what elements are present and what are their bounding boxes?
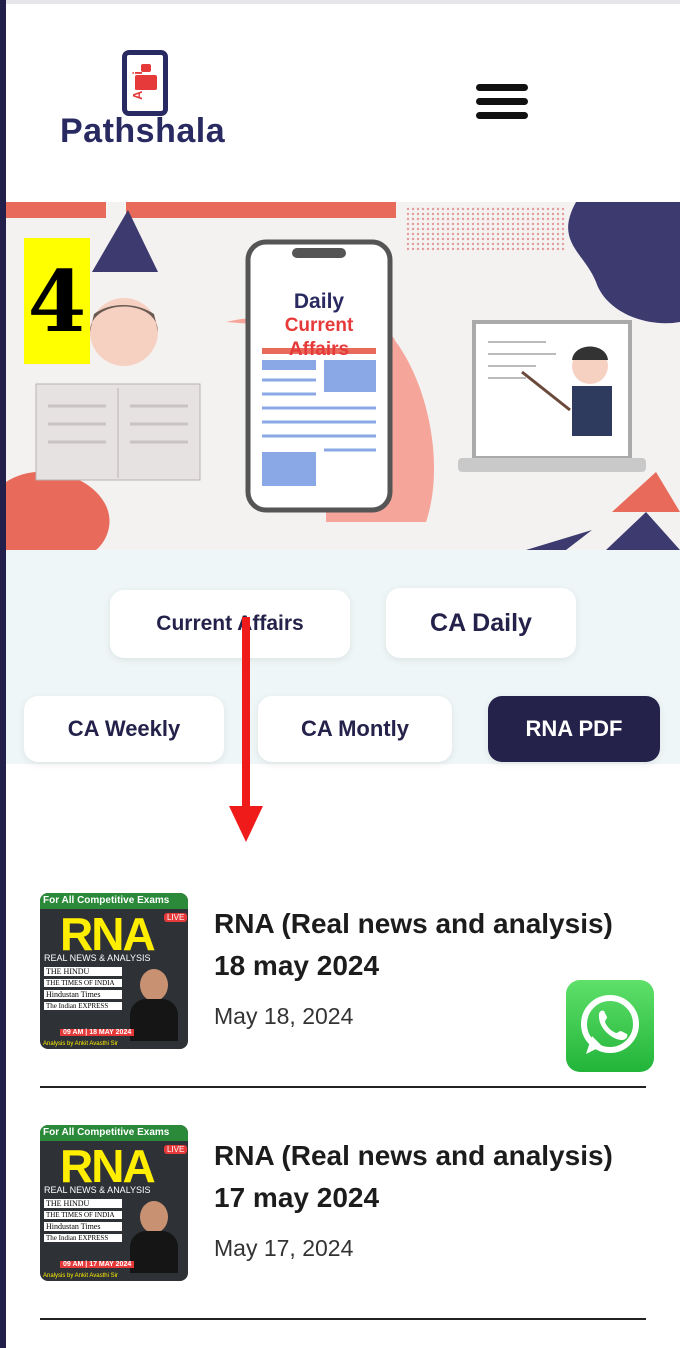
hero-illustration (6, 202, 680, 550)
thumb-paper-list: THE HINDU THE TIMES OF INDIA Hindustan T… (44, 967, 122, 1010)
thumb-paper: The Indian EXPRESS (44, 1002, 122, 1010)
thumb-paper: THE HINDU (44, 1199, 122, 1208)
thumb-time-tag: 09 AM | 17 MAY 2024 (60, 1261, 135, 1268)
thumb-live-tag: LIVE (164, 913, 188, 922)
top-edge-bar (6, 0, 680, 4)
thumb-paper: Hindustan Times (44, 1222, 122, 1231)
thumb-byline: Analysis by Ankit Avasthi Sir (43, 1041, 118, 1047)
site-logo[interactable]: Apni Pathshala (56, 50, 256, 155)
whatsapp-glyph (581, 995, 639, 1054)
thumb-subtitle: REAL NEWS & ANALYSIS (44, 953, 151, 963)
post-item[interactable]: For All Competitive Exams RNA LIVE REAL … (40, 893, 646, 1093)
hamburger-menu-icon[interactable] (476, 84, 528, 124)
step-number-badge: 4 (24, 238, 90, 364)
post-title-link[interactable]: RNA (Real news and analysis) 17 may 2024 (214, 1135, 646, 1219)
post-divider (40, 1086, 646, 1088)
thumb-byline: Analysis by Ankit Avasthi Sir (43, 1273, 118, 1279)
post-title-link[interactable]: RNA (Real news and analysis) 18 may 2024 (214, 903, 646, 987)
tab-rna-pdf[interactable]: RNA PDF (488, 696, 660, 762)
post-thumbnail[interactable]: For All Competitive Exams RNA LIVE REAL … (40, 1125, 188, 1281)
post-item[interactable]: For All Competitive Exams RNA LIVE REAL … (40, 1125, 646, 1325)
presenter-photo (130, 969, 178, 1041)
logo-brand-name: Pathshala (60, 112, 226, 150)
thumb-subtitle: REAL NEWS & ANALYSIS (44, 1185, 151, 1195)
tab-current-affairs[interactable]: Current Affairs (110, 590, 350, 658)
presenter-photo (130, 1201, 178, 1273)
hero-phone-title-line2: Current Affairs (284, 315, 354, 360)
post-divider (40, 1318, 646, 1320)
logo-phone-icon (122, 50, 168, 116)
tab-ca-montly[interactable]: CA Montly (258, 696, 452, 762)
hero-banner: Daily Current Affairs (6, 202, 680, 550)
hero-phone-title: Daily Current Affairs (256, 290, 382, 362)
thumb-time-tag: 09 AM | 18 MAY 2024 (60, 1029, 135, 1036)
thumb-live-tag: LIVE (164, 1145, 188, 1154)
hero-phone-title-line1: Daily (293, 290, 345, 313)
tab-ca-weekly[interactable]: CA Weekly (24, 696, 224, 762)
post-date: May 18, 2024 (214, 1003, 354, 1029)
logo-small-text: Apni (130, 71, 145, 100)
whatsapp-icon[interactable] (566, 980, 654, 1072)
thumb-paper: THE TIMES OF INDIA (44, 979, 122, 987)
annotation-arrow-head (229, 806, 263, 842)
thumb-paper: The Indian EXPRESS (44, 1234, 122, 1242)
thumb-paper: THE TIMES OF INDIA (44, 1211, 122, 1219)
post-date: May 17, 2024 (214, 1235, 354, 1261)
tab-ca-daily[interactable]: CA Daily (386, 588, 576, 658)
annotation-arrow-shaft (242, 617, 250, 817)
thumb-paper: Hindustan Times (44, 990, 122, 999)
thumb-paper: THE HINDU (44, 967, 122, 976)
post-thumbnail[interactable]: For All Competitive Exams RNA LIVE REAL … (40, 893, 188, 1049)
thumb-paper-list: THE HINDU THE TIMES OF INDIA Hindustan T… (44, 1199, 122, 1242)
